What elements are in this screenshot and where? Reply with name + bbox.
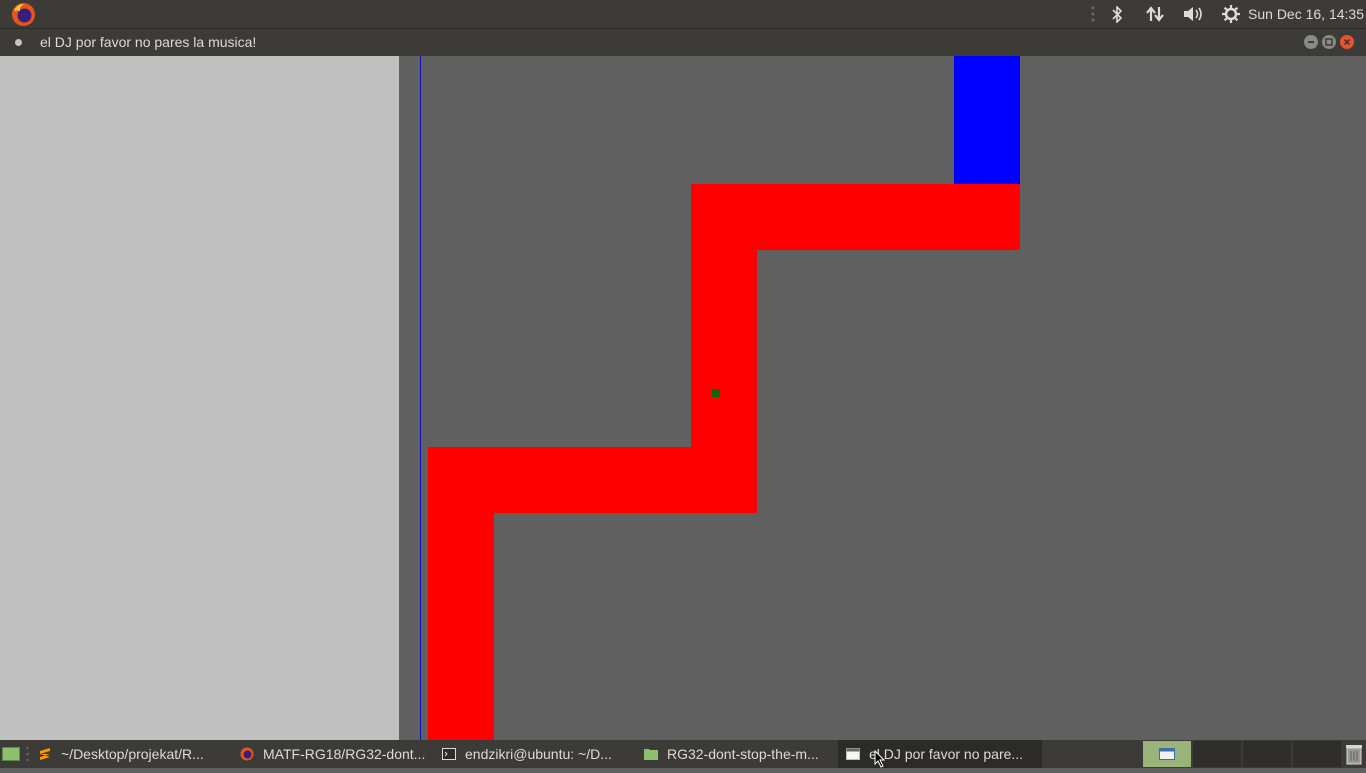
left-panel <box>0 56 399 740</box>
task-label: MATF-RG18/RG32-dont... <box>263 746 426 762</box>
task-files[interactable]: RG32-dont-stop-the-m... <box>644 740 836 768</box>
show-desktop-icon[interactable] <box>2 747 20 761</box>
settings-gear-icon[interactable] <box>1219 0 1243 28</box>
maximize-button[interactable] <box>1322 35 1336 49</box>
player-ball <box>712 389 720 397</box>
task-label: endzikri@ubuntu: ~/D... <box>465 746 612 762</box>
sublime-text-icon <box>38 747 52 761</box>
trash-icon[interactable] <box>1343 743 1365 765</box>
task-label: el DJ por favor no pare... <box>869 746 1024 762</box>
workspace-2[interactable] <box>1193 741 1241 767</box>
workspace-1[interactable] <box>1143 741 1191 767</box>
boundary-line <box>420 56 421 740</box>
top-panel: Sun Dec 16, 14:35 <box>0 0 1366 28</box>
task-label: ~/Desktop/projekat/R... <box>61 746 204 762</box>
task-firefox[interactable]: MATF-RG18/RG32-dont... <box>240 740 434 768</box>
menu-handle-icon <box>1087 0 1099 28</box>
minimize-button[interactable] <box>1304 35 1318 49</box>
volume-icon[interactable] <box>1181 0 1205 28</box>
window-icon <box>846 747 860 761</box>
firefox-icon <box>240 747 254 761</box>
terminal-icon <box>442 747 456 761</box>
network-icon[interactable] <box>1143 0 1167 28</box>
task-game-window[interactable]: el DJ por favor no pare... <box>838 740 1042 768</box>
task-sublime-text[interactable]: ~/Desktop/projekat/R... <box>38 740 230 768</box>
clock[interactable]: Sun Dec 16, 14:35 <box>1248 6 1364 22</box>
firefox-launcher-icon[interactable] <box>11 2 36 27</box>
mouse-cursor-icon <box>874 749 886 768</box>
task-terminal[interactable]: endzikri@ubuntu: ~/D... <box>442 740 632 768</box>
goal-block <box>954 56 1020 184</box>
folder-icon <box>644 747 658 761</box>
path-segment-bottom <box>428 447 494 740</box>
window-title-bar[interactable]: el DJ por favor no pares la musica! <box>0 28 1366 56</box>
workspace-3[interactable] <box>1243 741 1291 767</box>
close-button[interactable] <box>1340 35 1354 49</box>
workspace-4[interactable] <box>1293 741 1341 767</box>
task-label: RG32-dont-stop-the-m... <box>667 746 819 762</box>
window-status-dot-icon <box>15 39 22 46</box>
bluetooth-icon[interactable] <box>1107 0 1127 28</box>
taskbar-handle-icon <box>26 744 29 764</box>
panel-gap <box>399 56 420 740</box>
window-title: el DJ por favor no pares la musica! <box>40 34 257 50</box>
game-canvas[interactable] <box>0 56 1366 740</box>
taskbar: ~/Desktop/projekat/R... MATF-RG18/RG32-d… <box>0 740 1366 768</box>
